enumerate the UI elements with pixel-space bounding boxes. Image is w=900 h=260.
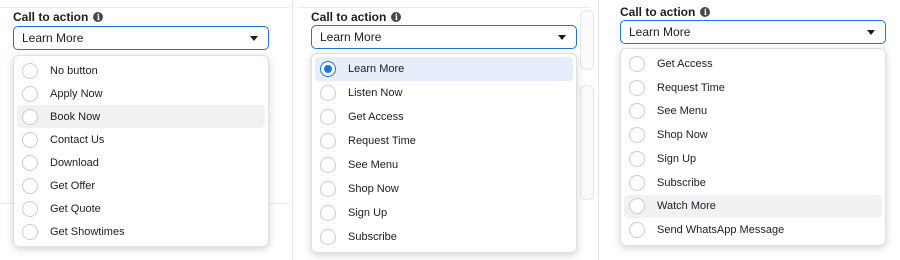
radio-button[interactable]	[629, 150, 645, 167]
cta-option-listen-now[interactable]: Listen Now	[315, 81, 573, 105]
option-label: Request Time	[657, 81, 725, 94]
cta-option-contact-us[interactable]: Contact Us	[17, 128, 265, 151]
cta-select-value: Learn More	[22, 31, 84, 45]
radio-button[interactable]	[629, 79, 645, 96]
cta-option-sign-up[interactable]: Sign Up	[315, 201, 573, 225]
cta-option-get-quote[interactable]: Get Quote	[17, 197, 265, 220]
radio-button[interactable]	[320, 133, 336, 149]
radio-button[interactable]	[22, 200, 38, 217]
cta-panel-1: Call to action i Learn More No button Ap…	[0, 0, 290, 260]
radio-button[interactable]	[320, 109, 336, 125]
cta-option-watch-more[interactable]: Watch More	[624, 194, 882, 219]
option-label: See Menu	[348, 159, 399, 171]
radio-button[interactable]	[22, 62, 38, 79]
radio-button[interactable]	[320, 85, 336, 101]
radio-button[interactable]	[629, 55, 645, 72]
cta-header: Call to action i	[13, 10, 104, 24]
option-label: Book Now	[50, 110, 101, 123]
radio-button[interactable]	[629, 103, 645, 120]
cta-option-get-offer[interactable]: Get Offer	[17, 174, 265, 197]
option-label: Get Access	[348, 111, 404, 123]
radio-button[interactable]	[629, 198, 645, 215]
radio-button[interactable]	[320, 205, 336, 221]
cta-option-request-time[interactable]: Request Time	[315, 129, 573, 153]
caret-down-icon	[250, 35, 258, 41]
radio-button[interactable]	[629, 222, 645, 239]
radio-button[interactable]	[22, 154, 38, 171]
cta-option-get-access[interactable]: Get Access	[624, 52, 882, 76]
radio-button[interactable]	[22, 177, 38, 194]
cta-option-subscribe[interactable]: Subscribe	[315, 225, 573, 249]
option-label: Download	[50, 156, 99, 169]
cta-label: Call to action	[13, 10, 89, 24]
cta-dropdown-menu: Get Access Request Time See Menu Shop No…	[620, 48, 886, 246]
option-label: Get Access	[657, 57, 713, 70]
radio-button[interactable]	[629, 174, 645, 191]
option-label: Subscribe	[348, 231, 397, 243]
cta-select[interactable]: Learn More	[13, 26, 269, 50]
cta-dropdown-menu: Learn More Listen Now Get Access Request…	[311, 53, 577, 253]
option-label: Watch More	[657, 200, 716, 213]
caret-down-icon	[558, 34, 566, 40]
cta-option-get-showtimes[interactable]: Get Showtimes	[17, 220, 265, 243]
cta-option-shop-now[interactable]: Shop Now	[315, 177, 573, 201]
cta-panel-2: Call to action i Learn More Learn More L…	[298, 0, 590, 260]
caret-down-icon	[867, 29, 875, 35]
option-label: Send WhatsApp Message	[657, 224, 785, 237]
cta-select[interactable]: Learn More	[620, 20, 886, 44]
option-label: Shop Now	[657, 129, 708, 142]
cta-header: Call to action i	[311, 10, 402, 24]
option-label: No button	[50, 64, 98, 77]
option-label: Contact Us	[50, 133, 105, 146]
option-label: Learn More	[348, 63, 405, 75]
cta-option-no-button[interactable]: No button	[17, 59, 265, 82]
option-label: Apply Now	[50, 87, 103, 100]
option-label: Listen Now	[348, 87, 403, 99]
panel-divider	[292, 0, 293, 260]
cta-option-apply-now[interactable]: Apply Now	[17, 82, 265, 105]
cta-label: Call to action	[311, 10, 387, 24]
cta-select-value: Learn More	[629, 25, 691, 39]
info-icon[interactable]: i	[93, 12, 104, 22]
radio-button[interactable]	[22, 131, 38, 148]
cta-panel-3: Call to action i Learn More Get Access R…	[606, 0, 900, 260]
radio-button[interactable]	[320, 229, 336, 245]
cta-select-value: Learn More	[320, 30, 382, 44]
cta-option-sign-up[interactable]: Sign Up	[624, 147, 882, 171]
cta-option-send-whatsapp-message[interactable]: Send WhatsApp Message	[624, 218, 882, 242]
info-icon[interactable]: i	[391, 12, 402, 22]
radio-button[interactable]	[320, 181, 336, 197]
option-label: Get Showtimes	[50, 225, 125, 238]
cta-option-download[interactable]: Download	[17, 151, 265, 174]
option-label: Get Offer	[50, 179, 96, 192]
cta-option-get-access[interactable]: Get Access	[315, 105, 573, 129]
cta-option-request-time[interactable]: Request Time	[624, 76, 882, 100]
cta-option-see-menu[interactable]: See Menu	[624, 100, 882, 124]
radio-button[interactable]	[320, 157, 336, 173]
cta-option-shop-now[interactable]: Shop Now	[624, 123, 882, 147]
radio-button[interactable]	[22, 108, 38, 125]
radio-button[interactable]	[22, 85, 38, 102]
cta-header: Call to action i	[620, 5, 711, 19]
option-label: Shop Now	[348, 183, 399, 195]
cta-option-learn-more[interactable]: Learn More	[315, 57, 573, 81]
option-label: See Menu	[657, 105, 708, 118]
cta-select[interactable]: Learn More	[311, 25, 577, 49]
radio-button[interactable]	[629, 127, 645, 144]
cta-dropdown-menu: No button Apply Now Book Now Contact Us …	[13, 55, 269, 247]
option-label: Sign Up	[657, 152, 697, 165]
radio-button[interactable]	[22, 223, 38, 240]
cta-label: Call to action	[620, 5, 696, 19]
cta-option-book-now[interactable]: Book Now	[17, 105, 265, 128]
info-icon[interactable]: i	[700, 7, 711, 17]
option-label: Sign Up	[348, 207, 388, 219]
option-label: Subscribe	[657, 176, 706, 189]
cta-option-see-menu[interactable]: See Menu	[315, 153, 573, 177]
radio-button[interactable]	[320, 61, 336, 77]
cta-option-subscribe[interactable]: Subscribe	[624, 171, 882, 195]
option-label: Request Time	[348, 135, 416, 147]
panel-divider	[598, 0, 599, 260]
option-label: Get Quote	[50, 202, 101, 215]
